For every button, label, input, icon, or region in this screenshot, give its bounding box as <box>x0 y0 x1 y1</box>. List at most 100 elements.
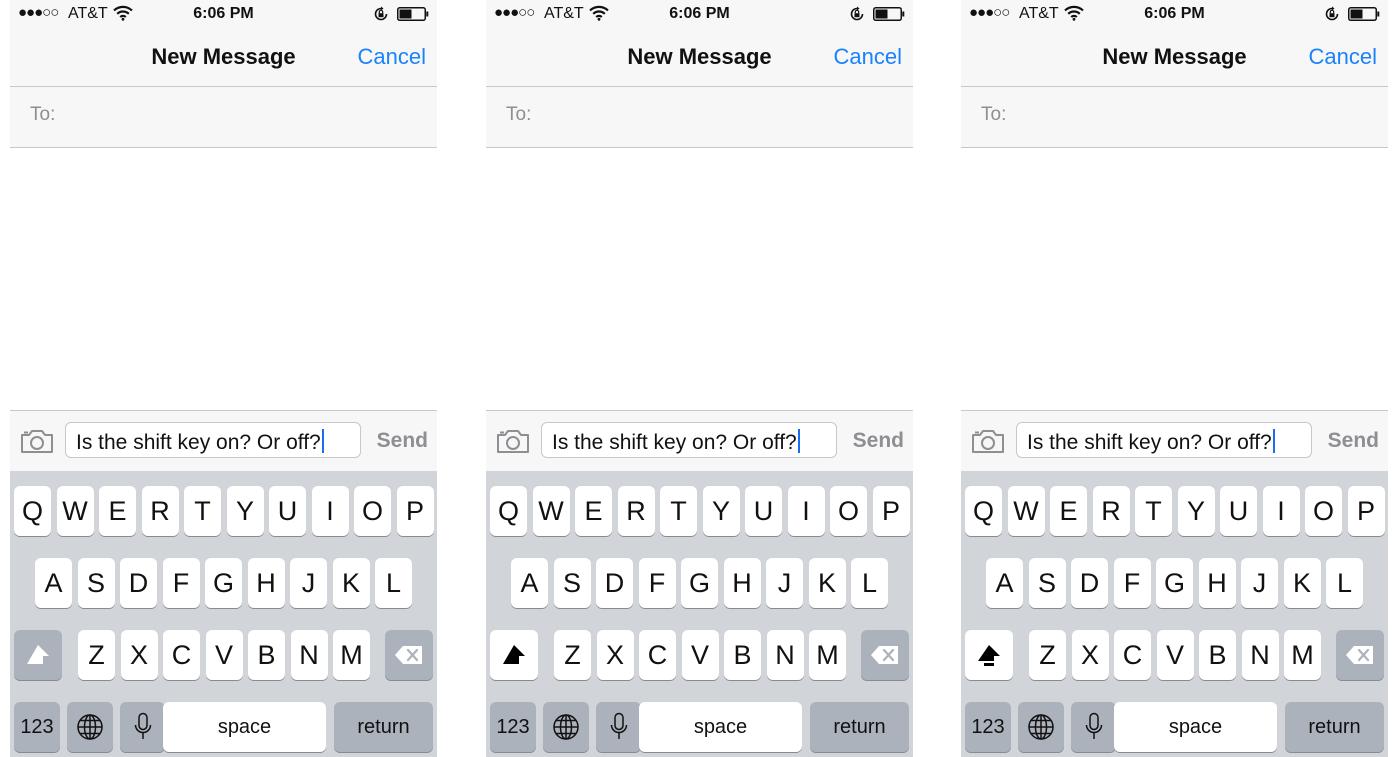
key-b[interactable]: B <box>248 630 285 680</box>
key-n[interactable]: N <box>766 630 804 680</box>
key-a[interactable]: A <box>986 558 1023 608</box>
cancel-button[interactable]: Cancel <box>834 44 902 70</box>
key-x[interactable]: X <box>1071 630 1109 680</box>
space-key[interactable]: space <box>1114 702 1277 752</box>
camera-icon[interactable] <box>971 428 1005 454</box>
message-input[interactable]: Is the shift key on? Or off? <box>541 422 837 458</box>
numbers-key[interactable]: 123 <box>14 702 60 752</box>
key-y[interactable]: Y <box>702 486 740 536</box>
dictation-key[interactable] <box>1071 702 1116 752</box>
key-j[interactable]: J <box>766 558 803 608</box>
key-g[interactable]: G <box>205 558 242 608</box>
key-q[interactable]: Q <box>14 486 51 536</box>
key-z[interactable]: Z <box>554 630 591 680</box>
return-key[interactable]: return <box>810 702 909 752</box>
key-p[interactable]: P <box>872 486 910 536</box>
key-t[interactable]: T <box>660 486 697 536</box>
key-p[interactable]: P <box>1347 486 1385 536</box>
key-o[interactable]: O <box>830 486 867 536</box>
key-s[interactable]: S <box>1028 558 1066 608</box>
send-button[interactable]: Send <box>853 429 904 453</box>
key-s[interactable]: S <box>553 558 591 608</box>
key-v[interactable]: V <box>1156 630 1194 680</box>
key-y[interactable]: Y <box>226 486 264 536</box>
key-k[interactable]: K <box>808 558 846 608</box>
key-j[interactable]: J <box>1241 558 1278 608</box>
shift-key[interactable] <box>490 630 538 680</box>
key-i[interactable]: I <box>787 486 825 536</box>
key-e[interactable]: E <box>1050 486 1087 536</box>
key-q[interactable]: Q <box>490 486 527 536</box>
key-r[interactable]: R <box>1092 486 1130 536</box>
key-h[interactable]: H <box>1198 558 1236 608</box>
key-w[interactable]: W <box>1007 486 1045 536</box>
key-f[interactable]: F <box>1113 558 1151 608</box>
delete-key[interactable] <box>861 630 909 680</box>
key-p[interactable]: P <box>396 486 434 536</box>
key-w[interactable]: W <box>56 486 94 536</box>
key-i[interactable]: I <box>1262 486 1300 536</box>
space-key[interactable]: space <box>639 702 802 752</box>
key-s[interactable]: S <box>77 558 115 608</box>
key-d[interactable]: D <box>1071 558 1108 608</box>
key-u[interactable]: U <box>1220 486 1257 536</box>
key-v[interactable]: V <box>681 630 719 680</box>
shift-key[interactable] <box>14 630 62 680</box>
cancel-button[interactable]: Cancel <box>358 44 426 70</box>
key-t[interactable]: T <box>1135 486 1172 536</box>
key-h[interactable]: H <box>247 558 285 608</box>
key-k[interactable]: K <box>1283 558 1321 608</box>
key-q[interactable]: Q <box>965 486 1002 536</box>
key-u[interactable]: U <box>745 486 782 536</box>
key-d[interactable]: D <box>120 558 157 608</box>
key-i[interactable]: I <box>311 486 349 536</box>
key-y[interactable]: Y <box>1177 486 1215 536</box>
send-button[interactable]: Send <box>377 429 428 453</box>
key-w[interactable]: W <box>532 486 570 536</box>
key-k[interactable]: K <box>332 558 370 608</box>
key-m[interactable]: M <box>333 630 370 680</box>
recipient-field[interactable]: To: <box>486 87 913 148</box>
key-n[interactable]: N <box>290 630 328 680</box>
globe-key[interactable] <box>1018 702 1064 752</box>
recipient-field[interactable]: To: <box>10 87 437 148</box>
key-z[interactable]: Z <box>78 630 115 680</box>
message-input[interactable]: Is the shift key on? Or off? <box>1016 422 1312 458</box>
key-u[interactable]: U <box>269 486 306 536</box>
numbers-key[interactable]: 123 <box>490 702 536 752</box>
key-t[interactable]: T <box>184 486 221 536</box>
key-r[interactable]: R <box>617 486 655 536</box>
key-g[interactable]: G <box>681 558 718 608</box>
key-m[interactable]: M <box>1284 630 1321 680</box>
key-x[interactable]: X <box>120 630 158 680</box>
key-g[interactable]: G <box>1156 558 1193 608</box>
camera-icon[interactable] <box>20 428 54 454</box>
key-x[interactable]: X <box>596 630 634 680</box>
key-e[interactable]: E <box>99 486 136 536</box>
key-j[interactable]: J <box>290 558 327 608</box>
key-l[interactable]: L <box>375 558 412 608</box>
dictation-key[interactable] <box>596 702 641 752</box>
key-z[interactable]: Z <box>1029 630 1066 680</box>
key-c[interactable]: C <box>1114 630 1151 680</box>
shift-key[interactable] <box>965 630 1013 680</box>
key-b[interactable]: B <box>724 630 761 680</box>
key-o[interactable]: O <box>354 486 391 536</box>
numbers-key[interactable]: 123 <box>965 702 1011 752</box>
key-h[interactable]: H <box>723 558 761 608</box>
send-button[interactable]: Send <box>1328 429 1379 453</box>
globe-key[interactable] <box>543 702 589 752</box>
key-f[interactable]: F <box>638 558 676 608</box>
key-a[interactable]: A <box>511 558 548 608</box>
key-n[interactable]: N <box>1241 630 1279 680</box>
key-c[interactable]: C <box>163 630 200 680</box>
message-input[interactable]: Is the shift key on? Or off? <box>65 422 361 458</box>
return-key[interactable]: return <box>334 702 433 752</box>
key-f[interactable]: F <box>162 558 200 608</box>
recipient-field[interactable]: To: <box>961 87 1388 148</box>
delete-key[interactable] <box>385 630 433 680</box>
space-key[interactable]: space <box>163 702 326 752</box>
key-r[interactable]: R <box>141 486 179 536</box>
dictation-key[interactable] <box>120 702 165 752</box>
return-key[interactable]: return <box>1285 702 1384 752</box>
